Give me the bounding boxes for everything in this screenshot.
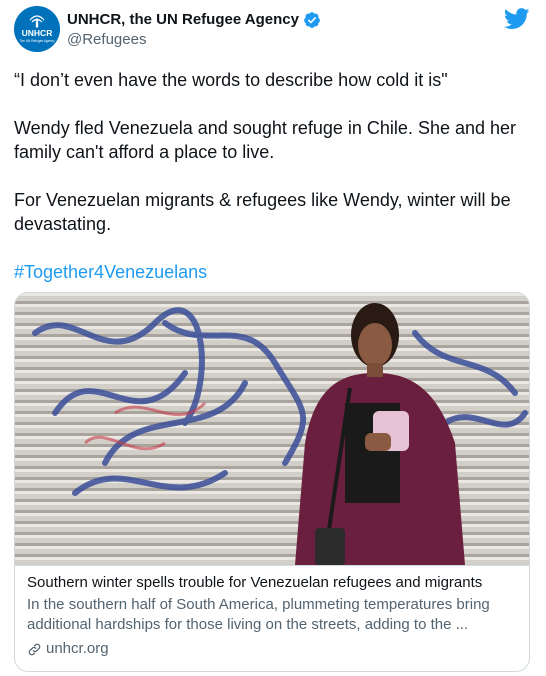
card-divider: [15, 565, 529, 566]
tweet-paragraph: “I don’t even have the words to describe…: [14, 70, 448, 90]
link-preview-card[interactable]: Southern winter spells trouble for Venez…: [14, 292, 530, 672]
tweet-paragraph: Wendy fled Venezuela and sought refuge i…: [14, 118, 517, 162]
card-description: In the southern half of South America, p…: [27, 596, 490, 633]
tweet-paragraph: For Venezuelan migrants & refugees like …: [14, 190, 511, 234]
author-name-block: UNHCR, the UN Refugee Agency @Refugees: [67, 10, 321, 50]
author-display-name-row[interactable]: UNHCR, the UN Refugee Agency: [67, 10, 321, 30]
link-icon: [28, 643, 41, 655]
card-body[interactable]: Southern winter spells trouble for Venez…: [27, 573, 519, 659]
hashtag-link[interactable]: #Together4Venezuelans: [14, 262, 207, 282]
card-domain-row[interactable]: unhcr.org: [27, 639, 519, 659]
author-display-name[interactable]: UNHCR, the UN Refugee Agency: [67, 10, 299, 30]
card-title[interactable]: Southern winter spells trouble for Venez…: [27, 573, 519, 593]
verified-badge-icon: [303, 11, 321, 29]
twitter-bird-icon[interactable]: [503, 8, 530, 35]
avatar[interactable]: UNHCR The UN Refugee Agency: [14, 6, 60, 52]
avatar-logo-subtext: The UN Refugee Agency: [19, 39, 55, 43]
tweet-text: “I don’t even have the words to describe…: [14, 68, 534, 284]
card-domain[interactable]: unhcr.org: [46, 639, 109, 659]
tweet-header: UNHCR The UN Refugee Agency UNHCR, the U…: [14, 6, 534, 54]
avatar-logo-text: UNHCR: [22, 28, 53, 38]
author-handle[interactable]: @Refugees: [67, 30, 321, 50]
card-image[interactable]: [15, 293, 529, 565]
